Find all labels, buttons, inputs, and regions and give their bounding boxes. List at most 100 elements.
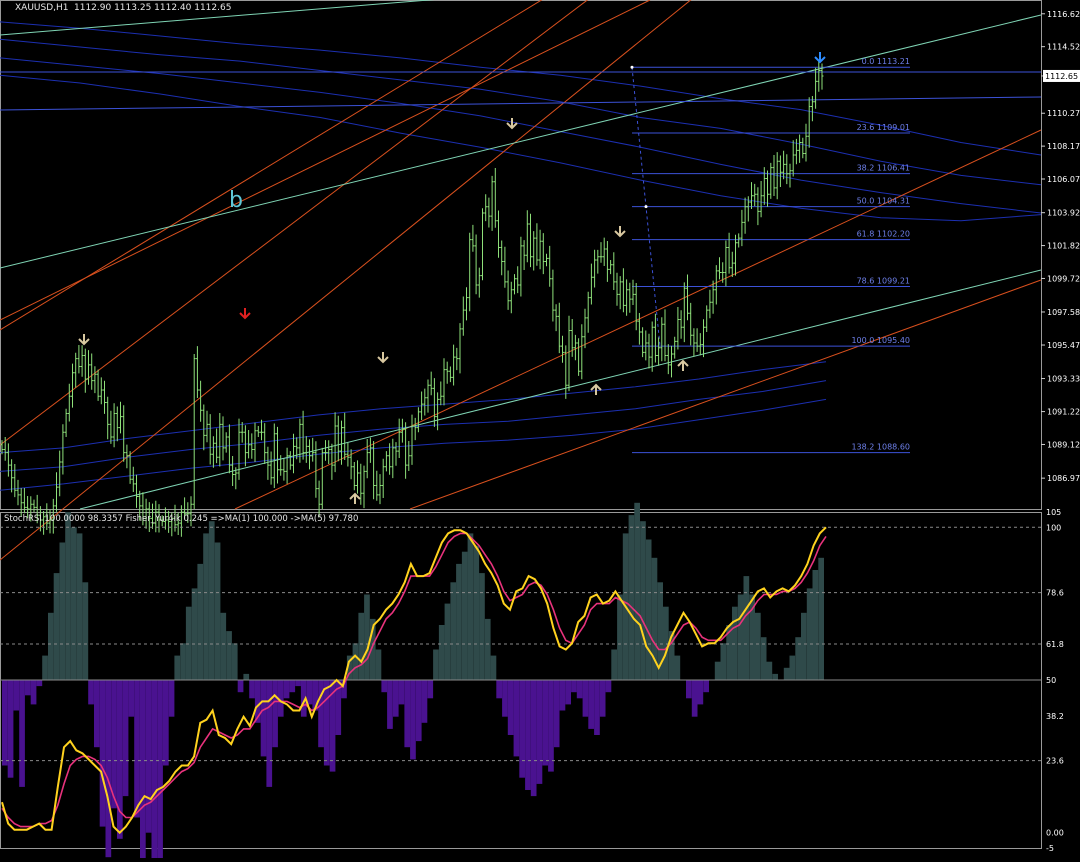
price-bar [621, 268, 625, 313]
price-bar [791, 140, 795, 177]
price-bar [288, 451, 292, 470]
wave-label-b: b [229, 188, 243, 213]
histogram-bar-negative [99, 680, 106, 827]
price-bar [602, 237, 606, 266]
histogram-bar-negative [25, 680, 31, 696]
histogram-bar-negative [117, 680, 123, 839]
price-bar [384, 451, 388, 472]
histogram-bar-positive [65, 512, 71, 680]
histogram-bar-negative [157, 680, 163, 862]
fractal-arrow-down [239, 308, 251, 320]
histogram-bar-positive [772, 673, 778, 680]
price-bar [641, 327, 645, 358]
price-bar [32, 499, 36, 513]
price-bar [10, 459, 14, 493]
histogram-bar-negative [536, 680, 543, 784]
oscillator-level-label: 23.6 [1046, 757, 1064, 766]
trading-chart[interactable]: 0.0 1113.21 23.6 1109.01 38.2 1106.41 50.0 … [0, 0, 1080, 862]
price-bar [80, 345, 84, 377]
price-bar [573, 334, 577, 361]
histogram-bar-negative [134, 680, 140, 818]
price-bar [493, 168, 497, 228]
histogram-bar-positive [789, 655, 796, 680]
price-bar [99, 377, 103, 405]
price-bar [269, 451, 273, 485]
oscillator-level-label: 78.6 [1046, 589, 1064, 598]
price-bar [320, 447, 324, 509]
price-bar [368, 437, 372, 463]
histogram-bar-negative [272, 680, 278, 748]
price-bar [202, 404, 206, 451]
price-bar [605, 241, 609, 282]
histogram-bar-positive [71, 527, 77, 680]
histogram-bar-negative [140, 680, 146, 862]
price-bar [516, 266, 520, 294]
price-bar [237, 418, 241, 480]
histogram-bar-negative [703, 680, 709, 693]
price-bar [346, 442, 350, 467]
histogram-bar-positive [611, 649, 617, 680]
indicator-header: StochRSI 100.0000 98.3357 Fisher_Yur4ik … [4, 514, 359, 524]
price-bar [6, 443, 10, 477]
oscillator-level-label: 50 [1046, 676, 1056, 685]
histogram-bar-positive [226, 631, 232, 680]
histogram-bar-negative [548, 680, 554, 772]
price-bar [375, 470, 379, 501]
price-bar [509, 281, 513, 314]
price-bar [471, 224, 475, 252]
price-bar [666, 344, 670, 375]
price-bar [308, 439, 311, 470]
price-bar [554, 304, 558, 332]
histogram-bar-negative [249, 680, 255, 699]
ma-band-upper-1 [0, 21, 1042, 156]
price-bar [455, 347, 459, 371]
histogram-bar-negative [398, 680, 405, 705]
histogram-bar-positive [191, 588, 198, 680]
histogram-bar-negative [404, 680, 411, 748]
fib-anchor-point [644, 205, 648, 209]
price-bar [135, 474, 138, 508]
price-bar [650, 321, 654, 372]
histogram-bar-negative [686, 680, 692, 699]
price-bar [295, 437, 299, 460]
price-bar [128, 451, 132, 484]
price-bar [698, 333, 702, 356]
histogram-bar-negative [387, 680, 393, 729]
price-bar [391, 438, 395, 479]
price-bar [253, 422, 257, 462]
histogram-bar-negative [283, 680, 290, 699]
price-bar [609, 260, 613, 275]
price-bar [557, 302, 561, 354]
price-bar [785, 154, 789, 185]
price-bar [586, 291, 590, 333]
price-bar [589, 263, 593, 305]
price-bar [628, 282, 632, 313]
price-tick-label: 1097.58 [1047, 308, 1080, 317]
price-bar [695, 328, 699, 352]
histogram-bar-negative [151, 680, 158, 862]
price-bar [538, 229, 542, 270]
histogram-bar-positive [174, 655, 181, 680]
price-bar [458, 323, 462, 374]
price-bar [224, 432, 228, 453]
fractal-arrow-down [814, 52, 826, 64]
price-bar [67, 383, 71, 422]
price-bar [750, 182, 753, 209]
price-bar [93, 366, 97, 394]
price-bar [657, 337, 661, 366]
price-tick-label: 1110.27 [1047, 109, 1080, 118]
price-bar [195, 346, 199, 398]
price-bar [743, 197, 747, 234]
price-bar [336, 415, 340, 462]
oscillator-level-label: 0.00 [1046, 829, 1064, 838]
oscillator-level-label: 61.8 [1046, 640, 1064, 649]
fractal-arrow-down [614, 226, 626, 238]
price-bar [689, 302, 693, 346]
price-bar [679, 310, 683, 339]
histogram-bar-negative [111, 680, 117, 809]
price-bar [481, 208, 484, 281]
price-bar [413, 417, 417, 441]
price-bar [445, 361, 449, 384]
price-tick-label: 1116.62 [1047, 10, 1080, 19]
channel-line [0, 0, 543, 331]
